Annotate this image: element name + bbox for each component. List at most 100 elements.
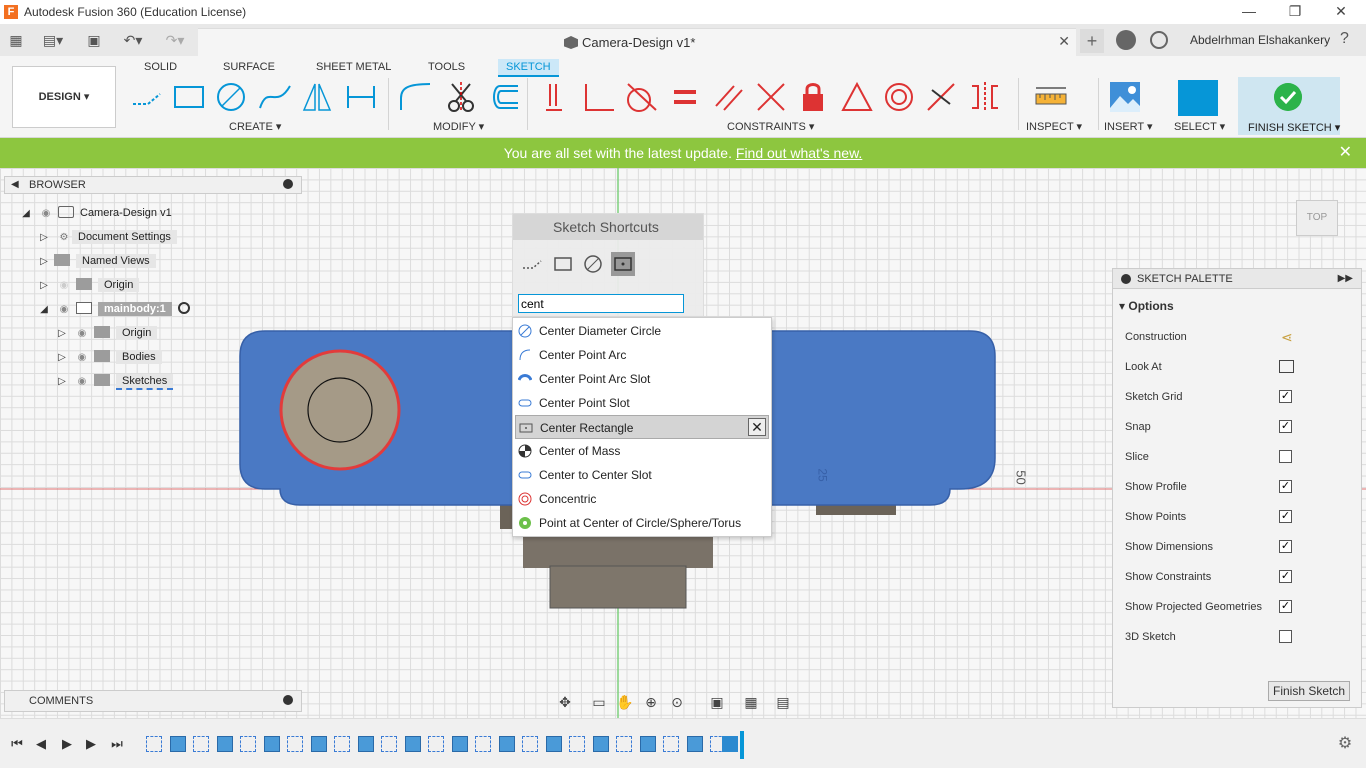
show-profile-checkbox[interactable]: ✓ (1279, 480, 1292, 493)
concentric-constraint-icon[interactable] (882, 80, 916, 114)
browser-options-icon[interactable] (283, 179, 293, 189)
timeline-body-icon[interactable] (263, 736, 280, 752)
collapse-arrow-icon[interactable]: ◀ (11, 177, 19, 193)
result-center-rectangle[interactable]: Center Rectangle ✕ (515, 415, 769, 439)
step-forward-icon[interactable]: ▶ (82, 735, 100, 753)
dimension-tool-icon[interactable] (344, 80, 378, 114)
fillet-tool-icon[interactable] (398, 80, 432, 114)
timeline-body-icon[interactable] (498, 736, 515, 752)
pan-hand-icon[interactable]: ✋ (615, 692, 635, 712)
show-constraints-checkbox[interactable]: ✓ (1279, 570, 1292, 583)
perpendicular-constraint-icon[interactable] (582, 80, 616, 114)
result-center-point-slot[interactable]: Center Point Slot (515, 391, 769, 415)
fit-zoom-icon[interactable]: ⊙ (667, 692, 687, 712)
timeline-sketch-icon[interactable] (428, 736, 444, 752)
timeline-body-icon[interactable] (169, 736, 186, 752)
timeline-sketch-icon[interactable] (616, 736, 632, 752)
expand-palette-icon[interactable]: ▶▶ (1338, 269, 1353, 289)
slice-checkbox[interactable] (1279, 450, 1292, 463)
step-back-icon[interactable]: ◀ (32, 735, 50, 753)
line-shortcut-icon[interactable] (521, 252, 545, 276)
file-menu-icon[interactable]: ▤▾ (38, 30, 68, 50)
document-tab[interactable]: Camera-Design v1* ✕ (198, 28, 1076, 56)
maximize-button[interactable]: ❐ (1272, 0, 1318, 24)
timeline-body-icon[interactable] (310, 736, 327, 752)
parallel-constraint-icon[interactable] (712, 80, 746, 114)
zoom-icon[interactable]: ⊕ (641, 692, 661, 712)
show-points-checkbox[interactable]: ✓ (1279, 510, 1292, 523)
timeline-sketch-icon[interactable] (381, 736, 397, 752)
show-dimensions-checkbox[interactable]: ✓ (1279, 540, 1292, 553)
inspect-group-label[interactable]: INSPECT ▾ (1026, 120, 1082, 133)
collinear-constraint-icon[interactable] (754, 80, 788, 114)
result-center-point-arc-slot[interactable]: Center Point Arc Slot (515, 367, 769, 391)
midpoint-constraint-icon[interactable] (924, 80, 958, 114)
tree-item-root[interactable]: ◢ ◉ Camera-Design v1 (20, 203, 172, 223)
display-settings-icon[interactable]: ▣ (707, 692, 727, 712)
tree-item-bodies[interactable]: ▷ ◉ Bodies (56, 347, 162, 367)
tab-sketch[interactable]: SKETCH (498, 59, 559, 77)
expand-icon[interactable]: ◢ (38, 300, 50, 320)
result-center-diameter-circle[interactable]: Center Diameter Circle (515, 319, 769, 343)
tangent-constraint-icon[interactable] (624, 80, 658, 114)
fix-lock-icon[interactable] (796, 80, 830, 114)
timeline-marker[interactable] (740, 731, 744, 759)
play-icon[interactable]: ▶ (58, 735, 76, 753)
visibility-eye-icon[interactable]: ◉ (56, 300, 72, 320)
options-header[interactable]: ▾ Options (1119, 299, 1174, 313)
result-point-at-center[interactable]: Point at Center of Circle/Sphere/Torus (515, 511, 769, 535)
sketch-grid-checkbox[interactable]: ✓ (1279, 390, 1292, 403)
expand-icon[interactable]: ▷ (38, 228, 50, 248)
tree-item-mainbody[interactable]: ◢ ◉ mainbody:1 (38, 299, 190, 319)
settings-gear-icon[interactable]: ⚙ (1336, 735, 1354, 753)
view-cube[interactable]: TOP (1296, 200, 1338, 236)
palette-options-icon[interactable] (1121, 274, 1131, 284)
look-at-icon[interactable] (1279, 360, 1294, 373)
circle-shortcut-icon[interactable] (581, 252, 605, 276)
expand-icon[interactable]: ▷ (38, 276, 50, 296)
hidden-eye-icon[interactable]: ◉ (56, 276, 72, 296)
timeline-sketch-icon[interactable] (569, 736, 585, 752)
result-center-to-center-slot[interactable]: Center to Center Slot (515, 463, 769, 487)
comments-panel[interactable]: COMMENTS (4, 690, 302, 712)
triangle-constraint-icon[interactable] (840, 80, 874, 114)
finish-sketch-button[interactable]: Finish Sketch (1268, 681, 1350, 701)
expand-icon[interactable]: ▷ (56, 372, 68, 392)
save-icon[interactable]: ▣ (84, 30, 104, 50)
create-group-label[interactable]: CREATE ▾ (229, 120, 281, 133)
timeline-body-icon[interactable] (639, 736, 656, 752)
go-to-start-icon[interactable]: ⏮ (8, 735, 26, 753)
timeline-sketch-icon[interactable] (240, 736, 256, 752)
add-comment-icon[interactable] (283, 695, 293, 705)
timeline-body-icon[interactable] (357, 736, 374, 752)
expand-icon[interactable]: ▷ (56, 324, 68, 344)
timeline-body-icon[interactable] (404, 736, 421, 752)
viewports-icon[interactable]: ▤ (773, 692, 793, 712)
job-status-icon[interactable] (1116, 30, 1136, 50)
expand-icon[interactable]: ▷ (56, 348, 68, 368)
timeline-body-icon[interactable] (592, 736, 609, 752)
tree-item-named-views[interactable]: ▷ Named Views (38, 251, 156, 271)
timeline-body-icon[interactable] (216, 736, 233, 752)
shortcut-search-input[interactable] (518, 294, 684, 313)
timeline-body-icon[interactable] (686, 736, 703, 752)
expand-icon[interactable]: ◢ (20, 204, 32, 224)
tree-item-sub-origin[interactable]: ▷ ◉ Origin (56, 323, 158, 344)
grid-settings-icon[interactable]: ▦ (741, 692, 761, 712)
tree-item-document-settings[interactable]: ▷ ⚙ Document Settings (38, 227, 177, 247)
look-at-nav-icon[interactable]: ▭ (589, 692, 609, 712)
visibility-eye-icon[interactable]: ◉ (74, 324, 90, 344)
visibility-eye-icon[interactable]: ◉ (74, 372, 90, 392)
visibility-eye-icon[interactable]: ◉ (74, 348, 90, 368)
tab-tools[interactable]: TOOLS (420, 59, 473, 75)
result-center-point-arc[interactable]: Center Point Arc (515, 343, 769, 367)
spline-tool-icon[interactable] (258, 80, 292, 114)
mirror-tool-icon[interactable] (300, 80, 334, 114)
close-tab-icon[interactable]: ✕ (1058, 33, 1070, 50)
history-clock-icon[interactable] (1150, 31, 1168, 49)
equal-constraint-icon[interactable] (668, 80, 702, 114)
redo-icon[interactable]: ↷▾ (158, 30, 192, 50)
trim-tool-icon[interactable] (444, 80, 478, 114)
banner-close-icon[interactable]: ✕ (1339, 138, 1352, 168)
close-window-button[interactable]: ✕ (1318, 0, 1364, 24)
